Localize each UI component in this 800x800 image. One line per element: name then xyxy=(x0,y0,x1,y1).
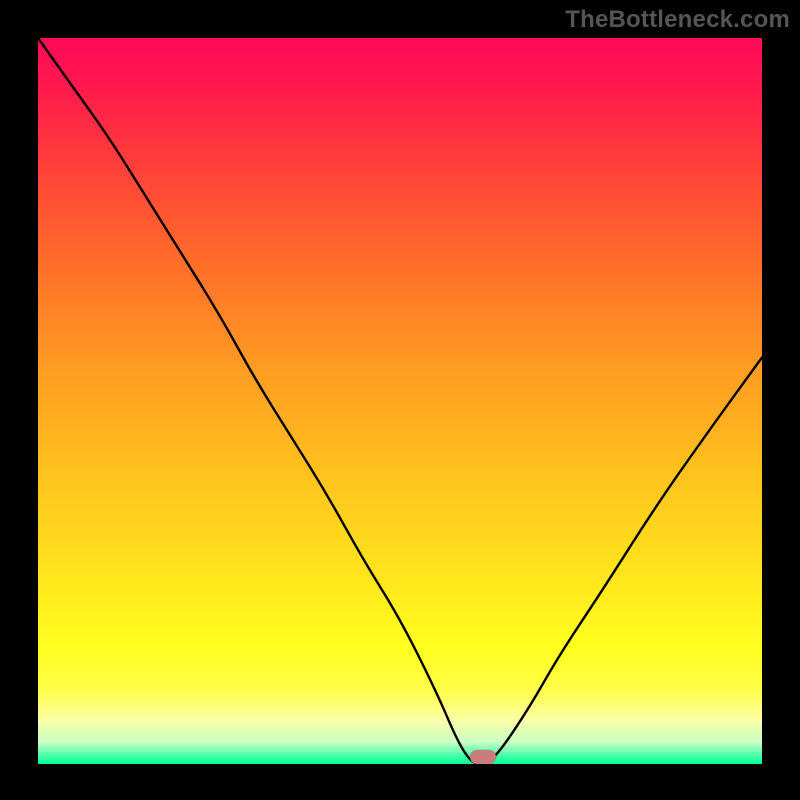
chart-container: TheBottleneck.com xyxy=(0,0,800,800)
bottleneck-curve xyxy=(38,38,762,764)
plot-area xyxy=(38,38,762,764)
watermark-text: TheBottleneck.com xyxy=(565,6,790,34)
optimal-marker xyxy=(470,750,496,764)
